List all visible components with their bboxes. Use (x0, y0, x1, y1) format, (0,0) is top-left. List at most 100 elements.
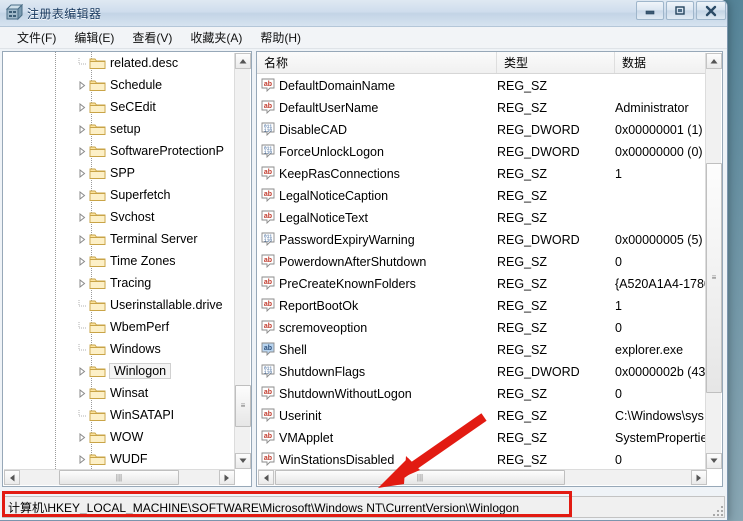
tree-scroll-right-button[interactable] (219, 470, 235, 485)
registry-tree-pane[interactable]: related.desc Schedule SeCEdit setup Software… (2, 51, 252, 487)
values-horizontal-scrollbar[interactable]: ||| (258, 469, 707, 485)
column-header-type[interactable]: 类型 (497, 52, 615, 73)
value-row[interactable]: ab scremoveoption REG_SZ 0 (257, 317, 706, 339)
status-bar: 计算机\HKEY_LOCAL_MACHINE\SOFTWARE\Microsof… (2, 496, 725, 518)
resize-grip-icon[interactable] (711, 504, 725, 518)
value-row[interactable]: 011 110 ForceUnlockLogon REG_DWORD 0x0000000… (257, 141, 706, 163)
expand-arrow-icon[interactable] (77, 146, 88, 157)
expand-arrow-icon[interactable] (77, 256, 88, 267)
tree-scroll-down-button[interactable] (235, 453, 251, 469)
value-row[interactable]: ab ReportBootOk REG_SZ 1 (257, 295, 706, 317)
expand-arrow-icon[interactable] (77, 278, 88, 289)
tree-node[interactable]: WinSATAPI (3, 404, 234, 426)
registry-values-pane[interactable]: 名称 类型 数据 ab DefaultDomainName REG_SZ ab Defa… (256, 51, 723, 487)
expand-arrow-icon[interactable] (77, 102, 88, 113)
value-type: REG_DWORD (497, 123, 580, 137)
column-header-name[interactable]: 名称 (257, 52, 497, 73)
expand-arrow-icon[interactable] (77, 190, 88, 201)
values-scroll-right-button[interactable] (691, 470, 707, 485)
value-row[interactable]: ab Shell REG_SZ explorer.exe (257, 339, 706, 361)
tree-node[interactable]: SPP (3, 162, 234, 184)
tree-vertical-scrollbar[interactable]: ≡ (234, 53, 251, 469)
value-type: REG_SZ (497, 431, 548, 445)
value-row[interactable]: 011 110 DisableCAD REG_DWORD 0x00000001 (1) (257, 119, 706, 141)
tree-node[interactable]: Windows (3, 338, 234, 360)
value-row[interactable]: 011 110 ShutdownFlags REG_DWORD 0x0000002b (… (257, 361, 706, 383)
value-row[interactable]: ab PowerdownAfterShutdown REG_SZ 0 (257, 251, 706, 273)
tree-node-label: SoftwareProtectionP (110, 144, 224, 158)
values-scroll-left-button[interactable] (258, 470, 274, 485)
tree-node[interactable]: SoftwareProtectionP (3, 140, 234, 162)
tree-node[interactable]: Svchost (3, 206, 234, 228)
value-row[interactable]: 011 110 PasswordExpiryWarning REG_DWORD 0x00… (257, 229, 706, 251)
values-scroll-up-button[interactable] (706, 53, 722, 69)
tree-scroll-thumb[interactable]: ≡ (235, 385, 251, 427)
folder-icon (89, 452, 106, 466)
menu-edit[interactable]: 编辑(E) (65, 27, 123, 48)
maximize-button[interactable] (666, 1, 694, 20)
value-row[interactable]: ab ShutdownWithoutLogon REG_SZ 0 (257, 383, 706, 405)
expand-arrow-icon[interactable] (77, 432, 88, 443)
values-scroll-thumb[interactable]: ≡ (706, 163, 722, 393)
value-row[interactable]: ab VMApplet REG_SZ SystemPropertie (257, 427, 706, 449)
values-scroll-down-button[interactable] (706, 453, 722, 469)
value-row[interactable]: ab DefaultDomainName REG_SZ (257, 75, 706, 97)
expand-arrow-icon[interactable] (77, 212, 88, 223)
value-type: REG_DWORD (497, 365, 580, 379)
expand-arrow-icon[interactable] (77, 234, 88, 245)
menu-file[interactable]: 文件(F) (8, 27, 65, 48)
tree-horizontal-scrollbar[interactable]: ||| (4, 469, 235, 485)
tree-node[interactable]: WbemPerf (3, 316, 234, 338)
svg-text:110: 110 (264, 127, 273, 133)
expand-arrow-icon[interactable] (77, 168, 88, 179)
svg-text:ab: ab (264, 279, 272, 286)
tree-scroll-left-button[interactable] (4, 470, 20, 485)
values-list[interactable]: ab DefaultDomainName REG_SZ ab DefaultUserNa… (257, 75, 706, 470)
tree-node[interactable]: Winsat (3, 382, 234, 404)
close-button[interactable] (696, 1, 726, 20)
value-name: PasswordExpiryWarning (279, 233, 415, 247)
value-row[interactable]: ab LegalNoticeText REG_SZ (257, 207, 706, 229)
expand-arrow-icon[interactable] (77, 454, 88, 465)
expand-arrow-icon[interactable] (77, 366, 88, 377)
column-header-data[interactable]: 数据 (615, 52, 706, 73)
dword-value-icon: 011 110 (257, 364, 279, 381)
value-type: REG_SZ (497, 101, 548, 115)
values-vertical-scrollbar[interactable]: ≡ (705, 53, 722, 469)
expand-arrow-icon[interactable] (77, 388, 88, 399)
tree-node[interactable]: Schedule (3, 74, 234, 96)
value-name: PreCreateKnownFolders (279, 277, 416, 291)
tree-node[interactable]: Superfetch (3, 184, 234, 206)
value-row[interactable]: ab LegalNoticeCaption REG_SZ (257, 185, 706, 207)
folder-icon (89, 210, 106, 224)
menu-favorites[interactable]: 收藏夹(A) (181, 27, 251, 48)
tree-node[interactable]: WOW (3, 426, 234, 448)
value-row[interactable]: ab WinStationsDisabled REG_SZ 0 (257, 449, 706, 470)
menu-help[interactable]: 帮助(H) (251, 27, 310, 48)
value-row[interactable]: ab DefaultUserName REG_SZ Administrator (257, 97, 706, 119)
tree-hscroll-thumb[interactable]: ||| (59, 470, 179, 485)
value-row[interactable]: ab PreCreateKnownFolders REG_SZ {A520A1A4-1… (257, 273, 706, 295)
title-bar[interactable]: 注册表编辑器 (0, 0, 727, 27)
tree-node[interactable]: related.desc (3, 52, 234, 74)
dword-value-icon: 011 110 (257, 144, 279, 161)
svg-text:ab: ab (264, 81, 272, 88)
svg-text:ab: ab (264, 345, 272, 352)
tree-node[interactable]: setup (3, 118, 234, 140)
values-hscroll-thumb[interactable]: ||| (275, 470, 565, 485)
expand-arrow-icon[interactable] (77, 80, 88, 91)
tree-node[interactable]: SeCEdit (3, 96, 234, 118)
tree-node[interactable]: Tracing (3, 272, 234, 294)
value-row[interactable]: ab KeepRasConnections REG_SZ 1 (257, 163, 706, 185)
tree-node[interactable]: Winlogon (3, 360, 234, 382)
tree-node[interactable]: Time Zones (3, 250, 234, 272)
value-row[interactable]: ab Userinit REG_SZ C:\Windows\sys (257, 405, 706, 427)
minimize-button[interactable] (636, 1, 664, 20)
expand-arrow-icon[interactable] (77, 124, 88, 135)
tree-node[interactable]: Userinstallable.drive (3, 294, 234, 316)
tree-node[interactable]: Terminal Server (3, 228, 234, 250)
menu-view[interactable]: 查看(V) (123, 27, 181, 48)
tree-scroll-up-button[interactable] (235, 53, 251, 69)
tree-node[interactable]: WUDF (3, 448, 234, 470)
registry-tree[interactable]: related.desc Schedule SeCEdit setup Software… (3, 52, 234, 470)
